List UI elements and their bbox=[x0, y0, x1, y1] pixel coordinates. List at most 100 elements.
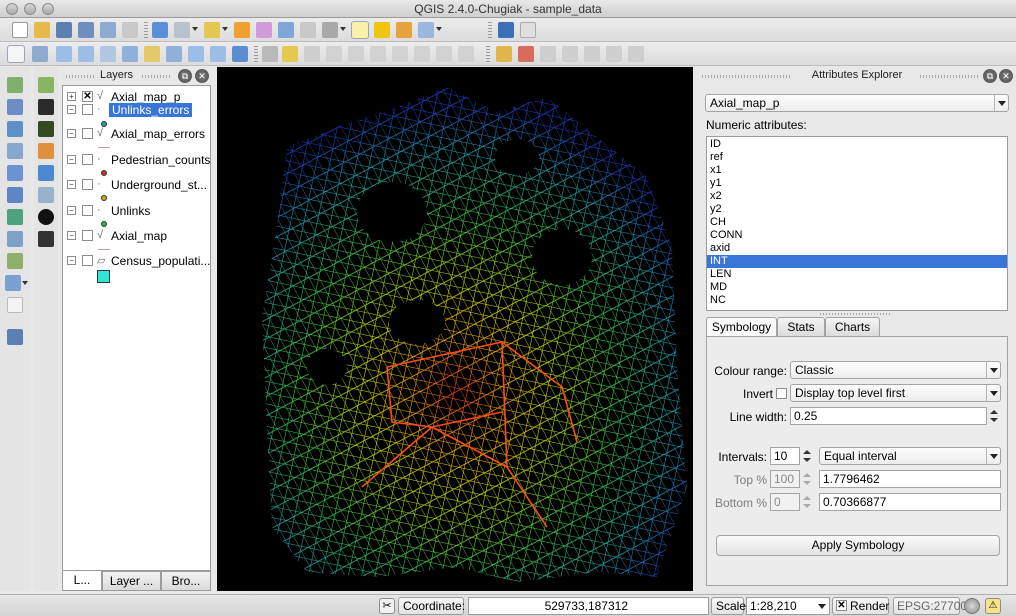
current-edits-icon[interactable] bbox=[262, 46, 278, 62]
collapse-toggle[interactable]: − bbox=[67, 206, 76, 215]
toolbar-grip[interactable] bbox=[488, 22, 492, 38]
layer-item-census-population[interactable]: − ▱ Census_populati... bbox=[63, 253, 210, 270]
tab-layers[interactable]: L... bbox=[62, 571, 102, 591]
add-oracle-layer-icon[interactable] bbox=[7, 187, 23, 203]
layer-visibility-checkbox[interactable] bbox=[82, 255, 93, 266]
bottom-value-input[interactable]: 0.70366877 bbox=[819, 493, 1001, 511]
close-panel-button[interactable]: ✕ bbox=[999, 69, 1013, 83]
collapse-toggle[interactable]: − bbox=[67, 256, 76, 265]
list-item-selected[interactable]: INT bbox=[707, 255, 1007, 268]
list-item[interactable]: x2 bbox=[707, 190, 1007, 203]
toolbar-grip[interactable] bbox=[254, 46, 258, 62]
list-item[interactable]: y1 bbox=[707, 177, 1007, 190]
list-item[interactable]: CH bbox=[707, 216, 1007, 229]
list-item[interactable]: LEN bbox=[707, 268, 1007, 281]
chevron-down-icon[interactable] bbox=[436, 27, 442, 31]
label-pin-icon[interactable] bbox=[518, 46, 534, 62]
collapse-toggle[interactable]: − bbox=[67, 129, 76, 138]
label-properties-icon[interactable] bbox=[628, 46, 644, 62]
tab-symbology[interactable]: Symbology bbox=[706, 317, 777, 337]
toolbar-grip[interactable] bbox=[486, 46, 490, 62]
intervals-stepper[interactable] bbox=[801, 447, 813, 465]
tab-layer-order[interactable]: Layer ... bbox=[102, 571, 161, 591]
zoom-out-icon[interactable] bbox=[78, 46, 94, 62]
top-percent-stepper[interactable] bbox=[801, 470, 813, 488]
open-project-icon[interactable] bbox=[34, 22, 50, 38]
tab-stats[interactable]: Stats bbox=[777, 317, 825, 336]
search-icon[interactable] bbox=[38, 187, 54, 203]
add-mssql-layer-icon[interactable] bbox=[7, 165, 23, 181]
tab-charts[interactable]: Charts bbox=[825, 317, 880, 336]
add-vector-layer-icon[interactable] bbox=[7, 77, 23, 93]
remove-layer-icon[interactable] bbox=[7, 297, 23, 313]
coordinate-field[interactable]: 529733,187312 bbox=[468, 597, 709, 615]
add-wms-layer-icon[interactable] bbox=[7, 209, 23, 225]
refresh-plugins-icon[interactable] bbox=[38, 165, 54, 181]
map-canvas[interactable] bbox=[217, 67, 693, 591]
refresh-icon[interactable] bbox=[232, 46, 248, 62]
chevron-down-icon[interactable] bbox=[340, 27, 346, 31]
show-bookmarks-icon[interactable] bbox=[396, 22, 412, 38]
ant-plugin-icon[interactable] bbox=[38, 209, 54, 225]
move-feature-icon[interactable] bbox=[348, 46, 364, 62]
plugin-icon[interactable] bbox=[7, 329, 23, 345]
render-checkbox[interactable]: ✕ bbox=[836, 600, 847, 611]
deselect-icon[interactable] bbox=[234, 22, 250, 38]
chevron-down-icon[interactable] bbox=[22, 281, 28, 285]
crs-status[interactable]: EPSG:27700 bbox=[893, 597, 967, 615]
list-item[interactable]: ref bbox=[707, 151, 1007, 164]
warning-icon[interactable]: ⚠ bbox=[985, 598, 1001, 614]
collapse-toggle[interactable]: − bbox=[67, 105, 76, 114]
expand-toggle[interactable]: + bbox=[67, 92, 76, 101]
plugin-manager-icon[interactable] bbox=[38, 77, 54, 93]
print-composer-icon[interactable] bbox=[100, 22, 116, 38]
label-icon[interactable] bbox=[496, 46, 512, 62]
list-item[interactable]: NC bbox=[707, 294, 1007, 307]
line-width-input[interactable]: 0.25 bbox=[790, 407, 987, 425]
layer-visibility-checkbox[interactable] bbox=[82, 154, 93, 165]
layer-visibility-checkbox[interactable] bbox=[82, 104, 93, 115]
interval-mode-select[interactable]: Equal interval bbox=[819, 447, 1001, 465]
add-postgis-layer-icon[interactable] bbox=[7, 121, 23, 137]
line-width-stepper[interactable] bbox=[988, 407, 1000, 425]
copy-features-icon[interactable] bbox=[436, 46, 452, 62]
python-console-icon[interactable] bbox=[38, 143, 54, 159]
attribute-table-icon[interactable] bbox=[278, 22, 294, 38]
save-edits-icon[interactable] bbox=[304, 46, 320, 62]
zoom-next-icon[interactable] bbox=[210, 46, 226, 62]
top-value-input[interactable]: 1.7796462 bbox=[819, 470, 1001, 488]
field-calculator-icon[interactable] bbox=[256, 22, 272, 38]
zoom-menu-icon[interactable] bbox=[174, 22, 190, 38]
add-raster-layer-icon[interactable] bbox=[7, 99, 23, 115]
layer-item-pedestrian-counts[interactable]: − · Pedestrian_counts bbox=[63, 152, 210, 169]
top-percent-input[interactable]: 100 bbox=[770, 470, 800, 488]
paste-features-icon[interactable] bbox=[458, 46, 474, 62]
numeric-attributes-list[interactable]: ID ref x1 y1 x2 y2 CH CONN axid INT LEN … bbox=[706, 136, 1008, 311]
cut-features-icon[interactable] bbox=[414, 46, 430, 62]
collapse-toggle[interactable]: − bbox=[67, 231, 76, 240]
invert-checkbox[interactable] bbox=[776, 388, 787, 399]
pan-to-selection-icon[interactable] bbox=[32, 46, 48, 62]
render-toggle[interactable]: ✕ Render bbox=[832, 597, 889, 615]
splitter-handle[interactable] bbox=[820, 313, 890, 315]
label-change-icon[interactable] bbox=[606, 46, 622, 62]
identify-features-icon[interactable] bbox=[152, 22, 168, 38]
chevron-down-icon[interactable] bbox=[192, 27, 198, 31]
map-tips-icon[interactable] bbox=[351, 21, 369, 39]
layer-visibility-checkbox[interactable] bbox=[82, 179, 93, 190]
projection-globe-icon[interactable] bbox=[964, 598, 980, 614]
raster-calculator-icon[interactable] bbox=[38, 99, 54, 115]
select-features-icon[interactable] bbox=[204, 22, 220, 38]
save-project-icon[interactable] bbox=[56, 22, 72, 38]
whats-this-icon[interactable] bbox=[520, 22, 536, 38]
zoom-actual-size-icon[interactable] bbox=[100, 46, 116, 62]
layer-item-axial-map-errors[interactable]: − √ Axial_map_errors bbox=[63, 126, 210, 143]
zoom-full-icon[interactable] bbox=[122, 46, 138, 62]
measure-icon[interactable] bbox=[322, 22, 338, 38]
toggle-editing-icon[interactable] bbox=[282, 46, 298, 62]
node-tool-icon[interactable] bbox=[370, 46, 386, 62]
layers-tree[interactable]: + ✕ √ Axial_map_p − · Unlinks_errors − √… bbox=[62, 85, 211, 571]
tab-browser[interactable]: Bro... bbox=[161, 571, 211, 591]
messages-icon[interactable]: ✂ bbox=[379, 598, 395, 614]
space-syntax-icon[interactable] bbox=[38, 231, 54, 247]
